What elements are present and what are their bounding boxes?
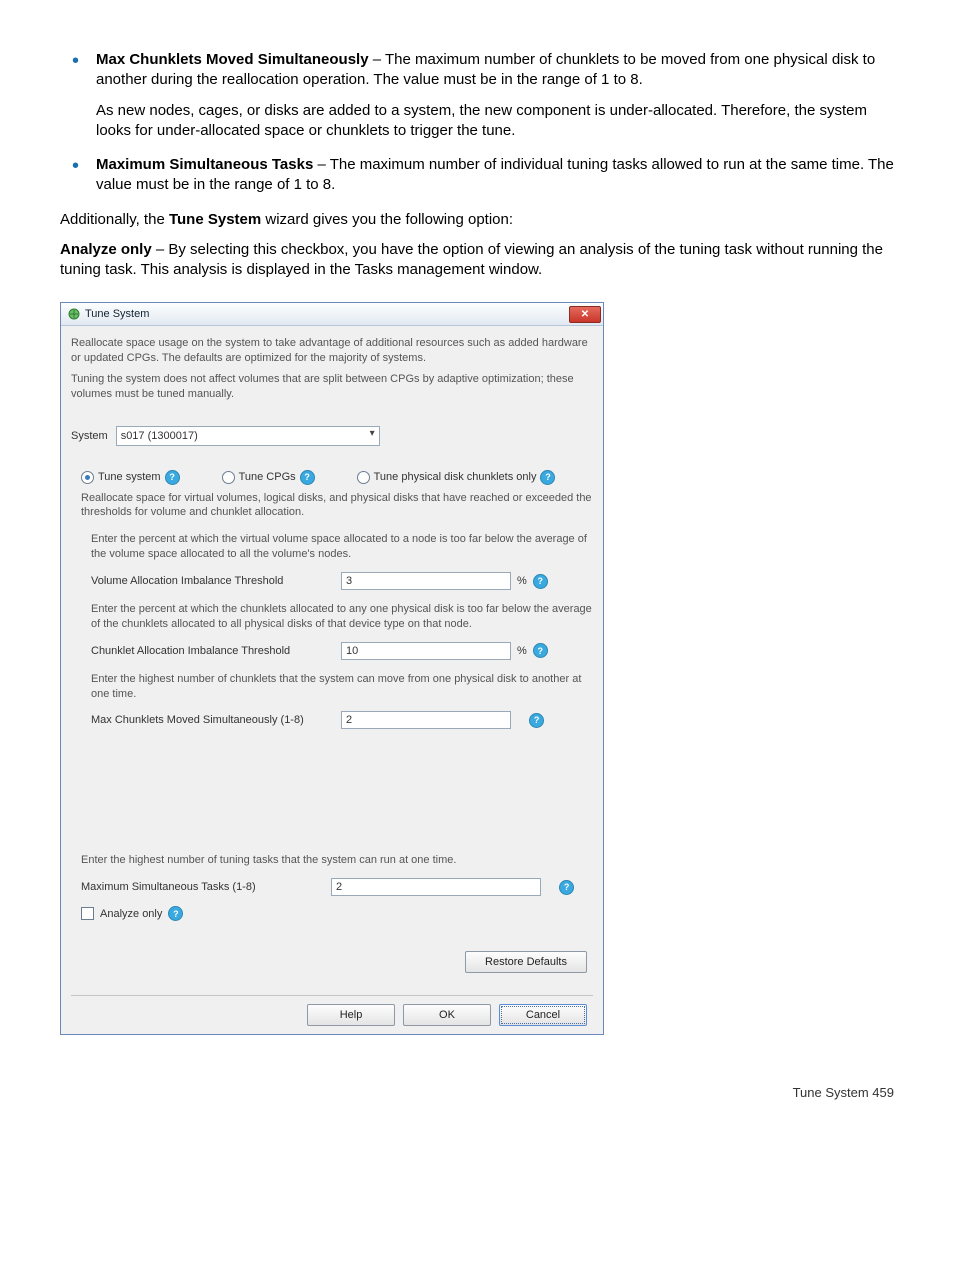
volume-threshold-input[interactable]: 3 [341, 572, 511, 590]
chunklet-threshold-desc: Enter the percent at which the chunklets… [91, 602, 593, 632]
tune-system-icon [67, 307, 81, 321]
ok-button[interactable]: OK [403, 1004, 491, 1026]
feature-bullets: Max Chunklets Moved Simultaneously – The… [60, 50, 894, 196]
percent-suffix: % [517, 575, 527, 587]
volume-threshold-label: Volume Allocation Imbalance Threshold [91, 575, 341, 587]
dialog-title: Tune System [85, 308, 149, 320]
bullet-title: Max Chunklets Moved Simultaneously [96, 51, 369, 68]
tune-system-dialog: Tune System ✕ Reallocate space usage on … [60, 302, 604, 1035]
help-icon[interactable]: ? [300, 470, 315, 485]
max-chunklets-desc: Enter the highest number of chunklets th… [91, 672, 593, 702]
intro-text-1: Reallocate space usage on the system to … [71, 336, 593, 366]
help-button[interactable]: Help [307, 1004, 395, 1026]
percent-suffix: % [517, 645, 527, 657]
spacer [517, 714, 523, 726]
max-chunklets-label: Max Chunklets Moved Simultaneously (1-8) [91, 714, 341, 726]
radio-tune-cpgs[interactable]: Tune CPGs ? [222, 470, 315, 485]
help-icon[interactable]: ? [165, 470, 180, 485]
radio-icon [222, 471, 235, 484]
max-tasks-label: Maximum Simultaneous Tasks (1-8) [81, 881, 331, 893]
max-tasks-input[interactable]: 2 [331, 878, 541, 896]
radio-icon [357, 471, 370, 484]
chunklet-threshold-input[interactable]: 10 [341, 642, 511, 660]
page-footer: Tune System 459 [60, 1085, 894, 1100]
radio-label: Tune CPGs [239, 471, 296, 483]
intro-text-2: Tuning the system does not affect volume… [71, 372, 593, 402]
bullet-max-tasks: Maximum Simultaneous Tasks – The maximum… [96, 155, 894, 196]
max-tasks-desc: Enter the highest number of tuning tasks… [81, 853, 593, 868]
restore-defaults-button[interactable]: Restore Defaults [465, 951, 587, 973]
dialog-titlebar: Tune System ✕ [61, 303, 603, 326]
radio-icon [81, 471, 94, 484]
additional-intro: Additionally, the Tune System wizard giv… [60, 210, 894, 230]
analyze-only-desc: Analyze only – By selecting this checkbo… [60, 240, 894, 281]
chunklet-threshold-label: Chunklet Allocation Imbalance Threshold [91, 645, 341, 657]
system-value: s017 (1300017) [121, 430, 198, 442]
bullet-title: Maximum Simultaneous Tasks [96, 156, 313, 173]
analyze-only-label: Analyze only [100, 908, 162, 920]
spacer [547, 881, 553, 893]
radio-label: Tune system [98, 471, 161, 483]
help-icon[interactable]: ? [168, 906, 183, 921]
cancel-button[interactable]: Cancel [499, 1004, 587, 1026]
help-icon[interactable]: ? [559, 880, 574, 895]
system-label: System [71, 430, 108, 442]
help-icon[interactable]: ? [533, 574, 548, 589]
system-dropdown[interactable]: s017 (1300017) [116, 426, 380, 446]
help-icon[interactable]: ? [533, 643, 548, 658]
bullet-max-chunklets: Max Chunklets Moved Simultaneously – The… [96, 50, 894, 141]
radio-tune-system[interactable]: Tune system ? [81, 470, 180, 485]
close-button[interactable]: ✕ [569, 306, 601, 323]
help-icon[interactable]: ? [540, 470, 555, 485]
radio-tune-pd-chunklets[interactable]: Tune physical disk chunklets only ? [357, 470, 556, 485]
tune-mode-description: Reallocate space for virtual volumes, lo… [81, 491, 593, 521]
max-chunklets-input[interactable]: 2 [341, 711, 511, 729]
bullet-subtext: As new nodes, cages, or disks are added … [96, 101, 894, 142]
close-icon: ✕ [581, 309, 589, 320]
analyze-only-checkbox[interactable] [81, 907, 94, 920]
volume-threshold-desc: Enter the percent at which the virtual v… [91, 532, 593, 562]
help-icon[interactable]: ? [529, 713, 544, 728]
radio-label: Tune physical disk chunklets only [374, 471, 537, 483]
